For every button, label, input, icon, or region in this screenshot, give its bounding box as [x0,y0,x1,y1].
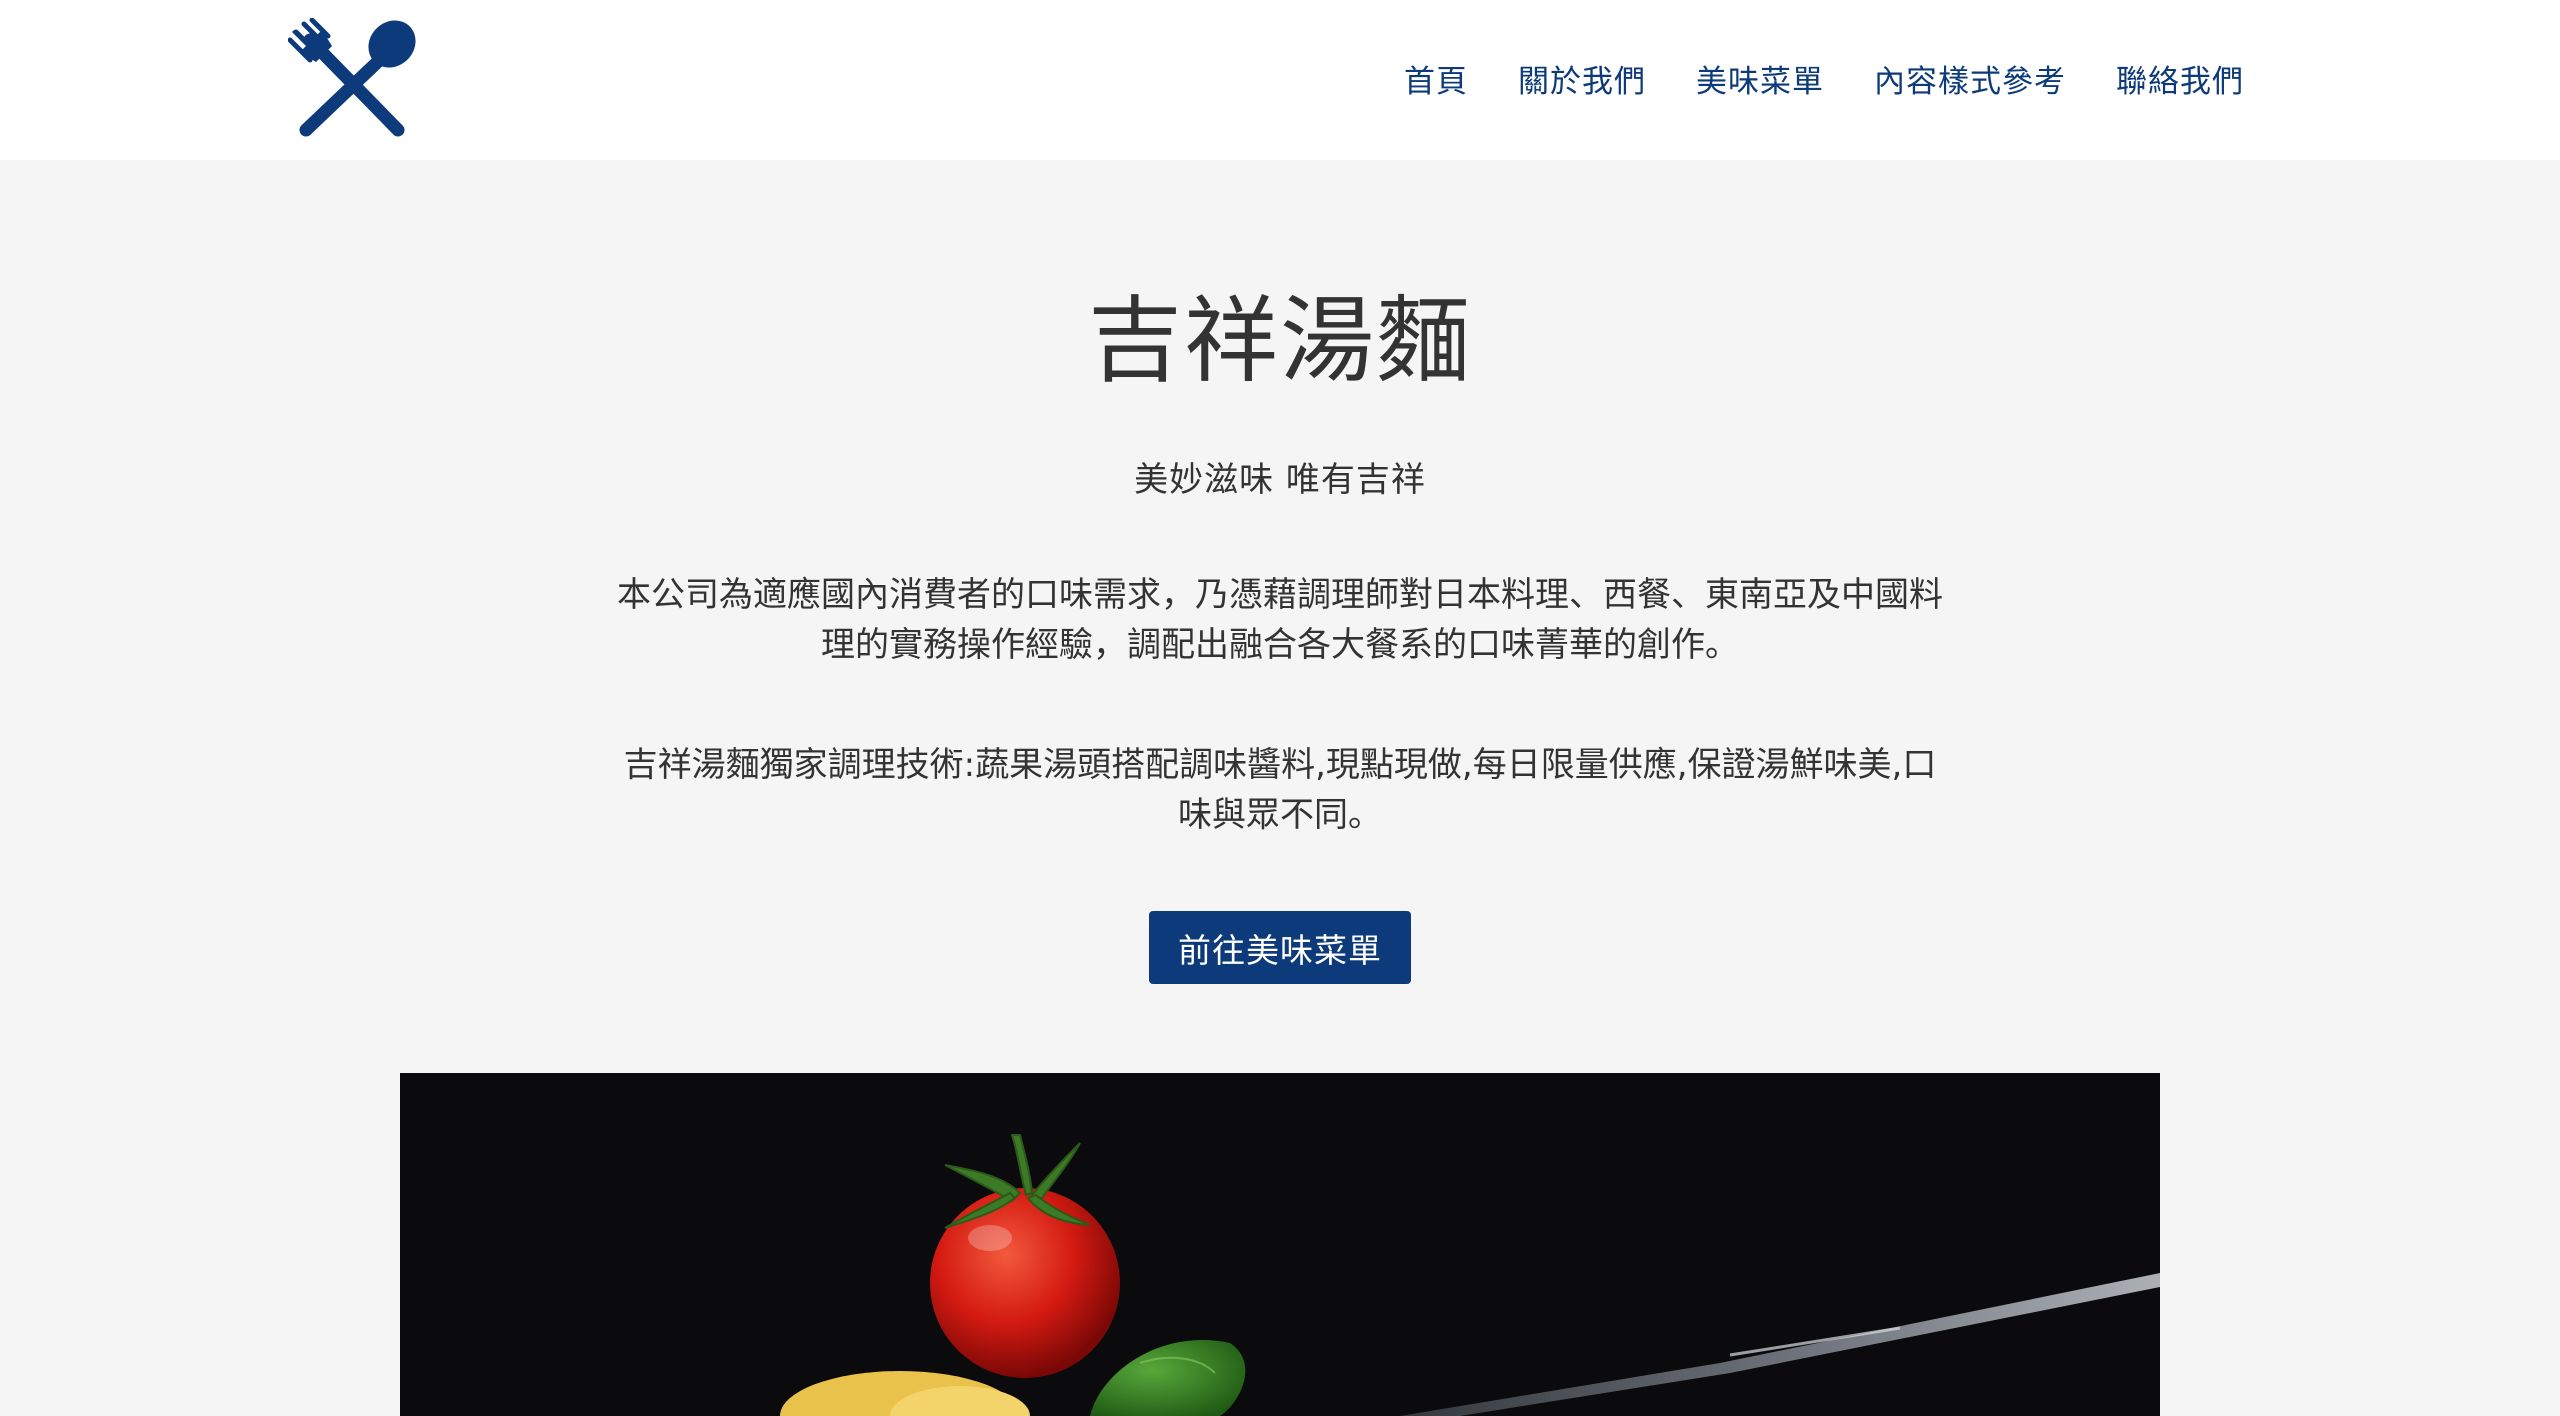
page-subtitle: 美妙滋味 唯有吉祥 [1134,460,1426,500]
food-photo [400,1073,2160,1416]
nav-item-home[interactable]: 首頁 [1404,56,1468,101]
hero-section: 吉祥湯麵 美妙滋味 唯有吉祥 本公司為適應國內消費者的口味需求，乃憑藉調理師對日… [0,160,2560,1416]
go-to-menu-button[interactable]: 前往美味菜單 [1149,911,1411,984]
nav-item-about[interactable]: 關於我們 [1518,56,1646,101]
nav-item-style-reference[interactable]: 內容樣式參考 [1874,56,2066,101]
intro-paragraph: 本公司為適應國內消費者的口味需求，乃憑藉調理師對日本料理、西餐、東南亞及中國料理… [617,575,1943,665]
main-nav: 首頁 關於我們 美味菜單 內容樣式參考 聯絡我們 [1354,48,2244,108]
nav-item-menu[interactable]: 美味菜單 [1696,56,1824,101]
pasta-tomato-image [400,1073,2160,1416]
technique-paragraph: 吉祥湯麵獨家調理技術:蔬果湯頭搭配調味醬料,現點現做,每日限量供應,保證湯鮮味美… [623,745,1937,835]
page-title: 吉祥湯麵 [1087,287,1472,396]
fork-and-spoon-icon[interactable] [288,18,418,140]
nav-item-contact[interactable]: 聯絡我們 [2116,56,2244,101]
site-header: 首頁 關於我們 美味菜單 內容樣式參考 聯絡我們 [0,0,2560,160]
